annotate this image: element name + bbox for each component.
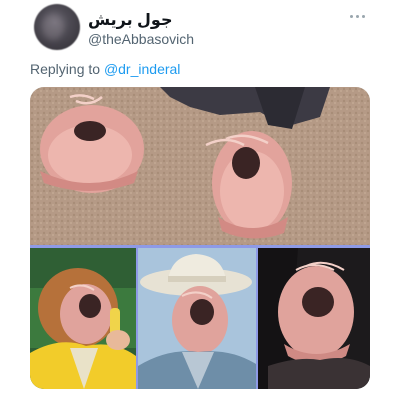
more-dots-icon[interactable] [350, 10, 370, 22]
tweet-card: جول بريش @theAbbasovich Replying to @dr_… [0, 0, 400, 400]
laughing-girl-shoe-face-image[interactable] [30, 248, 136, 389]
shoes-on-carpet-image[interactable] [30, 87, 370, 245]
display-name[interactable]: جول بريش [88, 10, 172, 30]
reply-context: Replying to @dr_inderal [30, 61, 180, 77]
reply-prefix: Replying to [30, 61, 101, 77]
reply-to-link[interactable]: @dr_inderal [104, 61, 180, 77]
user-handle[interactable]: @theAbbasovich [88, 31, 194, 47]
cowboy-shoe-face-image[interactable] [138, 248, 256, 389]
avatar[interactable] [34, 4, 80, 50]
man-shoe-face-image[interactable] [258, 248, 370, 389]
media-grid [30, 87, 370, 389]
